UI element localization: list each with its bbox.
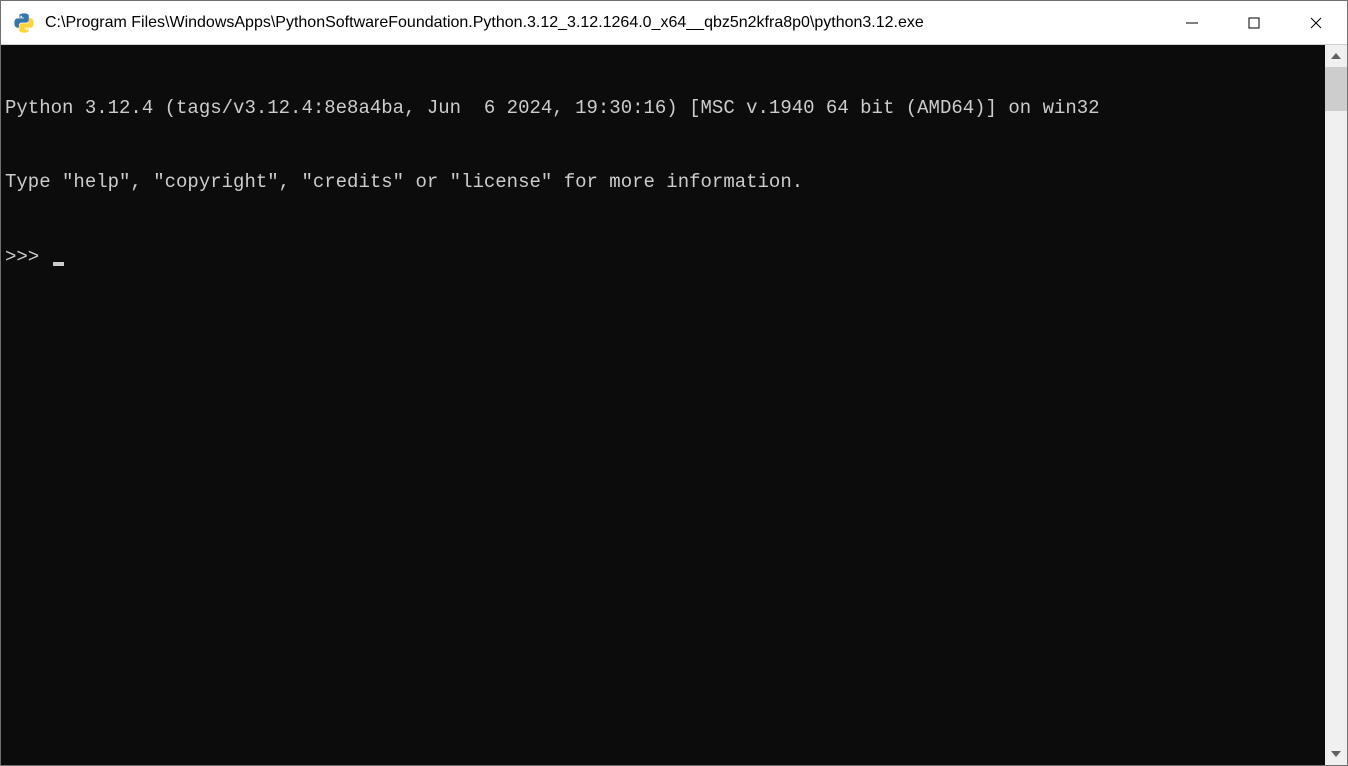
console-line-version: Python 3.12.4 (tags/v3.12.4:8e8a4ba, Jun… [5,96,1323,121]
window-titlebar: C:\Program Files\WindowsApps\PythonSoftw… [1,1,1347,45]
minimize-button[interactable] [1161,1,1223,44]
console-area: Python 3.12.4 (tags/v3.12.4:8e8a4ba, Jun… [1,45,1347,765]
scroll-track[interactable] [1325,67,1347,743]
console-output[interactable]: Python 3.12.4 (tags/v3.12.4:8e8a4ba, Jun… [1,45,1325,765]
close-button[interactable] [1285,1,1347,44]
python-icon [13,12,35,34]
close-icon [1309,16,1323,30]
chevron-up-icon [1331,53,1341,59]
minimize-icon [1185,16,1199,30]
console-line-help: Type "help", "copyright", "credits" or "… [5,170,1323,195]
maximize-button[interactable] [1223,1,1285,44]
scroll-down-button[interactable] [1325,743,1347,765]
chevron-down-icon [1331,751,1341,757]
cursor [53,262,64,266]
window-title: C:\Program Files\WindowsApps\PythonSoftw… [45,14,1161,32]
scroll-up-button[interactable] [1325,45,1347,67]
scroll-thumb[interactable] [1325,67,1347,111]
console-prompt-line: >>> [5,245,1323,270]
maximize-icon [1247,16,1261,30]
console-prompt: >>> [5,245,51,270]
window-controls [1161,1,1347,44]
vertical-scrollbar[interactable] [1325,45,1347,765]
